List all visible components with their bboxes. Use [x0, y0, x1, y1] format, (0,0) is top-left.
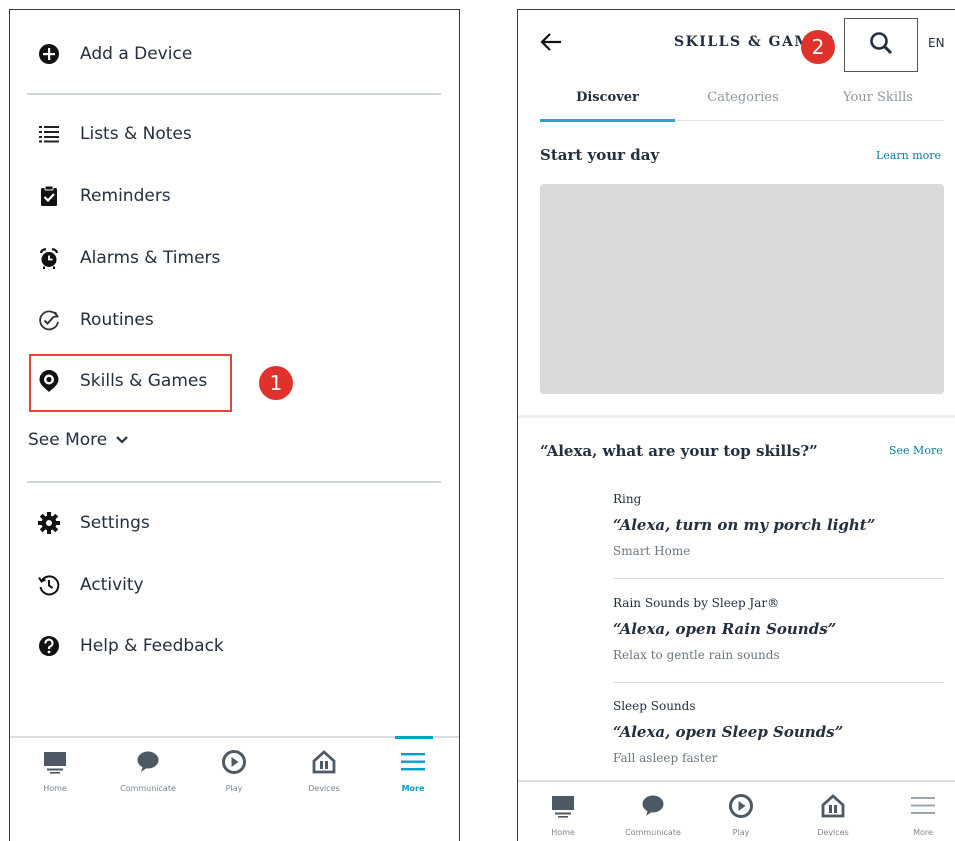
menu-lines-icon [908, 792, 938, 820]
section-divider [518, 415, 955, 418]
home-tv-icon [548, 792, 578, 820]
devices-house-icon [309, 748, 339, 776]
skill-name: Sleep Sounds [613, 699, 696, 713]
nav-home-label: Home [43, 784, 67, 793]
skill-list-item[interactable]: Rain Sounds by Sleep Jar® “Alexa, open R… [613, 596, 943, 662]
skill-category: Smart Home [613, 544, 691, 558]
nav-home[interactable]: Home [523, 782, 603, 837]
chat-bubble-icon [133, 748, 163, 776]
see-more-label: See More [28, 430, 108, 450]
nav-more[interactable]: More [373, 738, 453, 793]
menu-item-label: Lists & Notes [80, 124, 192, 144]
active-tab-indicator [395, 736, 433, 739]
nav-home-label: Home [551, 828, 575, 837]
search-button[interactable] [844, 18, 918, 72]
skill-name: Rain Sounds by Sleep Jar® [613, 596, 780, 610]
divider [27, 481, 441, 483]
skill-list-item[interactable]: Ring “Alexa, turn on my porch light” Sma… [613, 492, 943, 558]
see-more-link[interactable]: See More [889, 444, 943, 457]
menu-lines-icon [398, 748, 428, 776]
language-indicator[interactable]: EN [928, 36, 945, 50]
bottom-nav: Home Communicate Play Devices More [10, 736, 459, 841]
active-tab-indicator [540, 119, 675, 122]
nav-play-label: Play [732, 828, 750, 837]
skill-phrase: “Alexa, turn on my porch light” [613, 516, 876, 534]
home-tv-icon [40, 748, 70, 776]
plus-circle-icon [37, 42, 61, 66]
skills-games-screen: SKILLS & GAMES 2 EN Discover Categories … [517, 9, 955, 841]
nav-devices[interactable]: Devices [793, 782, 873, 837]
nav-communicate[interactable]: Communicate [613, 782, 693, 837]
menu-item-lists-notes[interactable]: Lists & Notes [10, 114, 450, 154]
learn-more-link[interactable]: Learn more [876, 149, 941, 162]
menu-item-routines[interactable]: Routines [10, 300, 450, 340]
menu-item-settings[interactable]: Settings [10, 503, 450, 543]
alarm-clock-icon [37, 246, 61, 270]
menu-item-label: Alarms & Timers [80, 248, 221, 268]
nav-play[interactable]: Play [701, 782, 781, 837]
menu-item-label: Activity [80, 575, 144, 595]
skill-list-item[interactable]: Sleep Sounds “Alexa, open Sleep Sounds” … [613, 699, 943, 765]
nav-communicate-label: Communicate [625, 828, 681, 837]
menu-item-help-feedback[interactable]: Help & Feedback [10, 626, 450, 666]
play-icon [219, 748, 249, 776]
menu-item-label: Settings [80, 513, 150, 533]
menu-item-label: Help & Feedback [80, 636, 224, 656]
history-icon [37, 573, 61, 597]
bottom-nav: Home Communicate Play Devices More [518, 780, 955, 841]
skill-category: Relax to gentle rain sounds [613, 648, 780, 662]
see-more-toggle[interactable]: See More [28, 430, 129, 450]
nav-devices[interactable]: Devices [284, 738, 364, 793]
menu-item-activity[interactable]: Activity [10, 565, 450, 605]
nav-more-label: More [913, 828, 933, 837]
back-arrow-icon[interactable] [540, 32, 562, 52]
nav-play-label: Play [225, 784, 243, 793]
routine-check-icon [37, 308, 61, 332]
nav-more-label: More [401, 784, 425, 793]
devices-house-icon [818, 792, 848, 820]
clipboard-check-icon [37, 184, 61, 208]
section-title-top-skills: “Alexa, what are your top skills?” [540, 442, 818, 460]
nav-more[interactable]: More [883, 782, 955, 837]
menu-item-label: Add a Device [80, 44, 193, 64]
skill-category: Fall asleep faster [613, 751, 718, 765]
nav-devices-label: Devices [817, 828, 849, 837]
search-icon [868, 30, 894, 60]
menu-item-label: Reminders [80, 186, 171, 206]
skill-name: Ring [613, 492, 642, 506]
list-divider [613, 578, 943, 579]
list-icon [37, 122, 61, 146]
nav-communicate[interactable]: Communicate [108, 738, 188, 793]
more-menu-screen: Add a Device Lists & Notes Reminders Ala… [9, 9, 460, 841]
nav-home[interactable]: Home [15, 738, 95, 793]
list-divider [613, 682, 943, 683]
menu-item-add-device[interactable]: Add a Device [10, 34, 450, 74]
skill-phrase: “Alexa, open Rain Sounds” [613, 620, 837, 638]
step-2-badge: 2 [801, 30, 835, 64]
divider [27, 93, 441, 95]
step-1-highlight-box [29, 354, 232, 412]
nav-play[interactable]: Play [194, 738, 274, 793]
nav-communicate-label: Communicate [120, 784, 176, 793]
menu-item-label: Routines [80, 310, 154, 330]
nav-devices-label: Devices [308, 784, 340, 793]
chat-bubble-icon [638, 792, 668, 820]
gear-icon [37, 511, 61, 535]
featured-banner-placeholder[interactable] [540, 184, 944, 394]
menu-item-alarms-timers[interactable]: Alarms & Timers [10, 238, 450, 278]
skill-phrase: “Alexa, open Sleep Sounds” [613, 723, 844, 741]
play-icon [726, 792, 756, 820]
step-1-badge: 1 [259, 366, 293, 400]
section-title-start-your-day: Start your day [540, 146, 660, 164]
menu-item-reminders[interactable]: Reminders [10, 176, 450, 216]
tab-discover[interactable]: Discover [540, 90, 675, 105]
tab-categories[interactable]: Categories [678, 90, 808, 105]
tab-your-skills[interactable]: Your Skills [813, 90, 943, 105]
chevron-down-icon [115, 430, 129, 450]
question-circle-icon [37, 634, 61, 658]
